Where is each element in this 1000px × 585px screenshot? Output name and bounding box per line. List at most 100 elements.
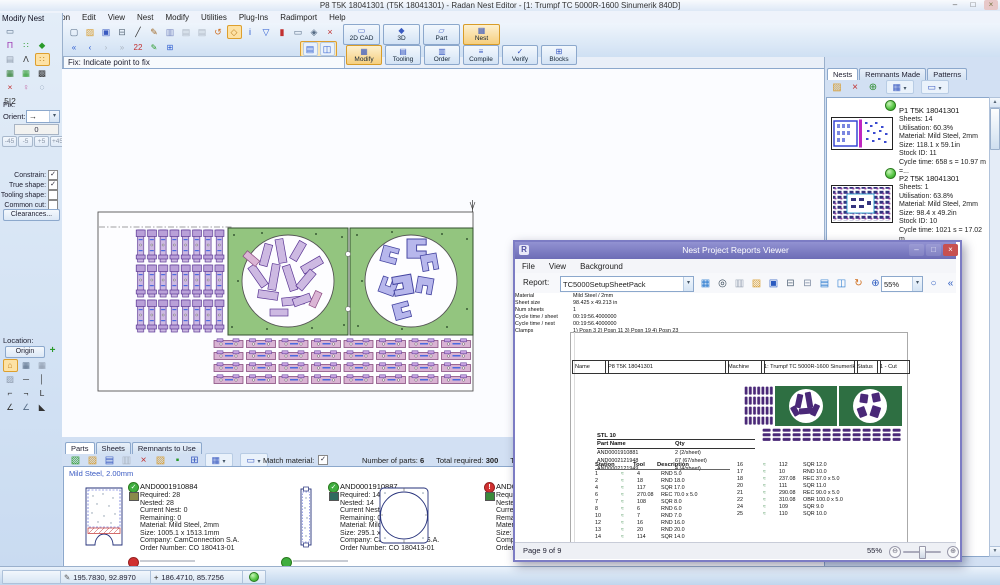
report-icon[interactable]: ▤ xyxy=(3,53,18,66)
cut-disabled-icon[interactable]: ▤ xyxy=(179,25,194,39)
new-icon[interactable]: ▢ xyxy=(67,25,82,39)
undo-icon[interactable]: ↺ xyxy=(211,25,226,39)
angle-step-button[interactable]: -5 xyxy=(18,136,33,147)
match-material-checkbox[interactable]: ✓ xyxy=(318,455,328,465)
zoom-out-button[interactable]: ⊖ xyxy=(889,546,901,558)
snap-grid-icon[interactable]: ▦ xyxy=(19,359,34,372)
nest-block-icon[interactable]: ◆ xyxy=(35,39,50,52)
checkbox[interactable] xyxy=(48,190,58,200)
thumbnail-size-dropdown[interactable]: ▦ ▾ xyxy=(886,80,914,94)
refresh-icon[interactable]: ↻ xyxy=(851,276,867,292)
angle-step-button[interactable]: +5 xyxy=(34,136,49,147)
mode-button[interactable]: ▦ Nest xyxy=(463,24,500,45)
open-icon[interactable]: ▨ xyxy=(83,25,98,39)
print-icon[interactable]: ⊟ xyxy=(800,276,816,292)
mirror-icon[interactable]: ♀ xyxy=(19,81,34,94)
save-icon[interactable]: ▣ xyxy=(766,276,782,292)
step-button[interactable]: ▤ Tooling xyxy=(385,45,421,65)
tile-vertical-icon[interactable]: ◫ xyxy=(320,42,335,56)
clearances-button[interactable]: Clearances... xyxy=(3,209,60,221)
first-sheet-icon[interactable]: « xyxy=(67,41,82,55)
copy-icon[interactable]: ▥ xyxy=(732,276,748,292)
report-combo[interactable]: TC5000SetupSheetPack ▾ xyxy=(560,276,694,292)
snap-grid-fine-icon[interactable]: ▦ xyxy=(35,359,50,372)
locate-nest-icon[interactable]: ⊕ xyxy=(865,80,882,95)
step-button[interactable]: ▦ Modify xyxy=(346,45,382,65)
snap-vertical-icon[interactable]: │ xyxy=(35,373,50,386)
first-page-icon[interactable]: « xyxy=(943,276,959,292)
report-page[interactable]: Name P8 T5K 18041301 Machine 1: Trumpf T… xyxy=(515,293,956,542)
close-button[interactable]: × xyxy=(984,0,998,10)
maximize-button[interactable]: □ xyxy=(966,0,980,10)
spacer[interactable] xyxy=(19,25,34,38)
last-sheet-icon[interactable]: » xyxy=(115,41,130,55)
dialog-title-bar[interactable]: Nest Project Reports Viewer xyxy=(515,242,956,259)
step-button[interactable]: ▥ Order xyxy=(424,45,460,65)
snap-angle-icon[interactable]: ∠ xyxy=(3,401,18,414)
menu-item[interactable]: View xyxy=(102,13,131,22)
dialog-minimize-button[interactable]: – xyxy=(909,244,924,256)
mode-button[interactable]: ◆ 3D xyxy=(383,24,420,45)
copy-icon[interactable]: ▥ xyxy=(163,25,178,39)
nest-list-scrollbar[interactable]: ▲ ▼ xyxy=(989,97,1000,557)
open-icon[interactable]: ▨ xyxy=(749,276,765,292)
view-layout-icon[interactable]: ◫ xyxy=(834,276,850,292)
print-icon[interactable]: ⊟ xyxy=(115,25,130,39)
page-layout-icon[interactable]: ▦ xyxy=(698,276,714,292)
menu-item[interactable]: Modify xyxy=(159,13,195,22)
menu-item[interactable]: Utilities xyxy=(195,13,233,22)
open-nest-icon[interactable]: ▨ xyxy=(829,80,846,95)
sheet-icon[interactable]: ▭ xyxy=(3,25,18,38)
mode-button[interactable]: ▱ Part xyxy=(423,24,460,45)
text-icon[interactable]: Λ xyxy=(19,53,34,66)
zoom-tool-icon[interactable]: ○ xyxy=(926,276,942,292)
remove-part-icon[interactable]: × xyxy=(323,25,338,39)
grid-icon[interactable]: ⊞ xyxy=(163,41,178,55)
menu-item[interactable]: Radimport xyxy=(274,13,323,22)
right-panel-tab[interactable]: Patterns xyxy=(927,68,967,80)
snap-angle2-icon[interactable]: ∠ xyxy=(19,401,34,414)
array-icon[interactable]: ▦ xyxy=(3,67,18,80)
select-region-icon[interactable]: ▭ xyxy=(291,25,306,39)
right-panel-tab[interactable]: Remnants Made xyxy=(859,68,926,80)
rotate-icon[interactable]: ◌ xyxy=(35,81,50,94)
scroll-down-icon[interactable]: ▼ xyxy=(990,546,1000,556)
snap-triangle-icon[interactable]: ◣ xyxy=(35,401,50,414)
origin-cross-icon[interactable]: + xyxy=(47,345,58,356)
spacer[interactable] xyxy=(35,25,50,38)
scroll-up-icon[interactable]: ▲ xyxy=(990,98,1000,108)
menu-item[interactable]: Help xyxy=(323,13,351,22)
menu-item[interactable]: Plug-Ins xyxy=(233,13,274,22)
step-button[interactable]: ✓ Verify xyxy=(502,45,538,65)
minimize-button[interactable]: – xyxy=(948,0,962,10)
dialog-menu-item[interactable]: Background xyxy=(573,262,630,271)
detail-view-dropdown[interactable]: ▭ ▾ xyxy=(921,80,949,94)
delete-nest-icon[interactable]: × xyxy=(847,80,864,95)
next-sheet-icon[interactable]: › xyxy=(99,41,114,55)
step-button[interactable]: ⊞ Blocks xyxy=(541,45,577,65)
menu-item[interactable]: Nest xyxy=(131,13,159,22)
dialog-menu-item[interactable]: View xyxy=(542,262,573,271)
fix-part-icon[interactable]: ∷ xyxy=(35,53,50,66)
nest-auto-icon[interactable]: ∷ xyxy=(19,39,34,52)
node-edit-icon[interactable]: ◇ xyxy=(227,25,242,39)
tile-horizontal-icon[interactable]: ▤ xyxy=(303,42,318,56)
orient-combo[interactable]: → ▾ xyxy=(26,110,60,123)
delete-icon[interactable]: × xyxy=(3,81,18,94)
mode-button[interactable]: ▭ 2D CAD xyxy=(343,24,380,45)
info-icon[interactable]: i xyxy=(243,25,258,39)
line-icon[interactable]: ╱ xyxy=(131,25,146,39)
snap-hatch-icon[interactable]: ▨ xyxy=(3,373,18,386)
dialog-close-button[interactable]: × xyxy=(943,244,958,256)
angle-field[interactable]: 0 xyxy=(14,124,59,135)
scrollbar-thumb[interactable] xyxy=(990,108,1000,150)
page-setup-icon[interactable]: ⊟ xyxy=(783,276,799,292)
zoom-combo[interactable]: 55% ▾ xyxy=(881,276,923,292)
zoom-slider-thumb[interactable] xyxy=(919,546,926,559)
matrix-icon[interactable]: ▩ xyxy=(35,67,50,80)
snap-origin-icon[interactable]: ⌂ xyxy=(3,359,18,372)
dialog-menu-item[interactable]: File xyxy=(515,262,542,271)
step-button[interactable]: ≡ Compile xyxy=(463,45,499,65)
snap-horizontal-icon[interactable]: ─ xyxy=(19,373,34,386)
angle-step-button[interactable]: -45 xyxy=(2,136,17,147)
